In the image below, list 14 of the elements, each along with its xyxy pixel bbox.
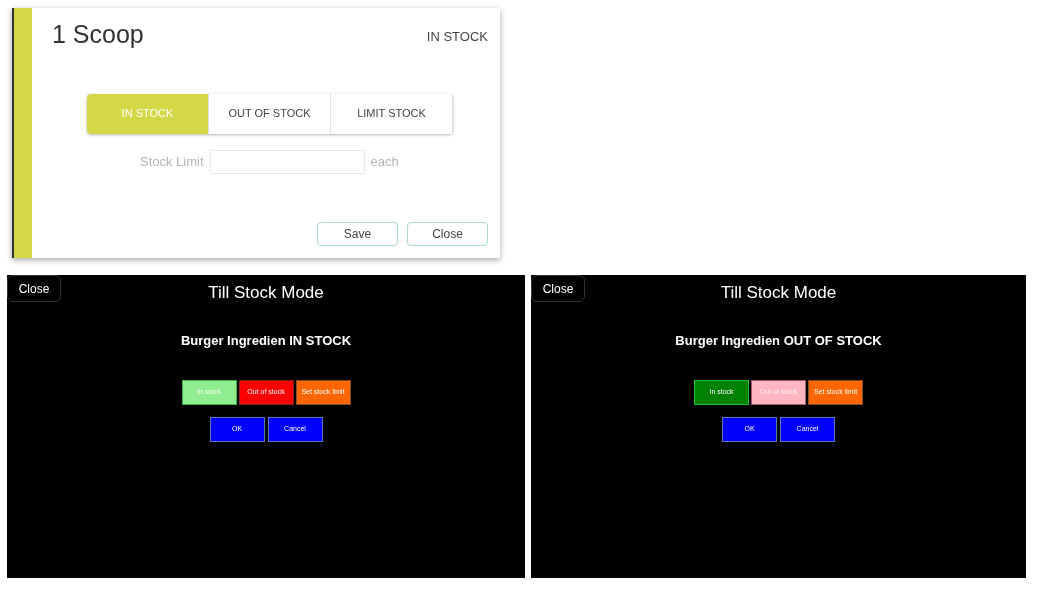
stock-status: IN STOCK: [426, 28, 488, 46]
stock-tab[interactable]: OUT OF STOCK: [209, 93, 331, 134]
unit-label: each: [370, 152, 399, 171]
dialog-button[interactable]: Save: [317, 221, 398, 246]
screen-title: Till Stock Mode: [720, 282, 837, 304]
close-button[interactable]: Close: [531, 275, 585, 302]
item-title: 1 Scoop: [52, 19, 144, 50]
dialog-button[interactable]: Close: [407, 221, 488, 246]
close-button[interactable]: Close: [7, 275, 61, 302]
item-status-heading: Burger Ingredien IN STOCK: [180, 331, 352, 350]
stock-tab[interactable]: LIMIT STOCK: [331, 93, 453, 134]
stock-limit-label: Stock Limit: [140, 152, 204, 171]
screen-title: Till Stock Mode: [208, 282, 324, 304]
item-status-heading: Burger Ingredien OUT OF STOCK: [675, 331, 882, 350]
